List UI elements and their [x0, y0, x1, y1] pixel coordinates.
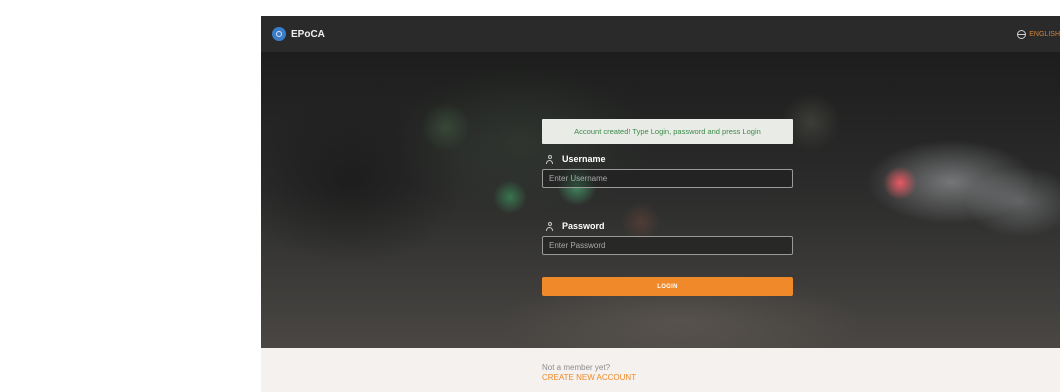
language-selector[interactable]: ENGLISH: [1017, 16, 1060, 52]
password-label-text: Password: [562, 221, 605, 231]
top-navbar: EPoCA ENGLISH: [261, 16, 1060, 52]
globe-icon: [1017, 29, 1027, 39]
password-label: Password: [542, 220, 793, 232]
background-light: [883, 166, 917, 200]
background-light: [421, 102, 471, 152]
success-alert: Account created! Type Login, password an…: [542, 119, 793, 144]
login-form: Account created! Type Login, password an…: [542, 119, 793, 296]
footer: Not a member yet? CREATE NEW ACCOUNT: [261, 348, 1060, 392]
login-button[interactable]: LOGIN: [542, 277, 793, 296]
app-window: EPoCA ENGLISH Account created! Type Logi…: [261, 16, 1060, 392]
background-light: [493, 180, 527, 214]
language-label[interactable]: ENGLISH: [1029, 31, 1060, 38]
password-input[interactable]: [542, 236, 793, 255]
username-input[interactable]: [542, 169, 793, 188]
user-icon: [545, 221, 554, 231]
username-label-text: Username: [562, 154, 606, 164]
not-member-text: Not a member yet?: [542, 363, 611, 372]
hero-background: Account created! Type Login, password an…: [261, 52, 1060, 348]
logo-icon[interactable]: [272, 27, 286, 41]
user-icon: [545, 154, 554, 164]
brand-name[interactable]: EPoCA: [291, 29, 325, 40]
username-label: Username: [542, 153, 793, 165]
create-account-link[interactable]: CREATE NEW ACCOUNT: [542, 373, 636, 382]
